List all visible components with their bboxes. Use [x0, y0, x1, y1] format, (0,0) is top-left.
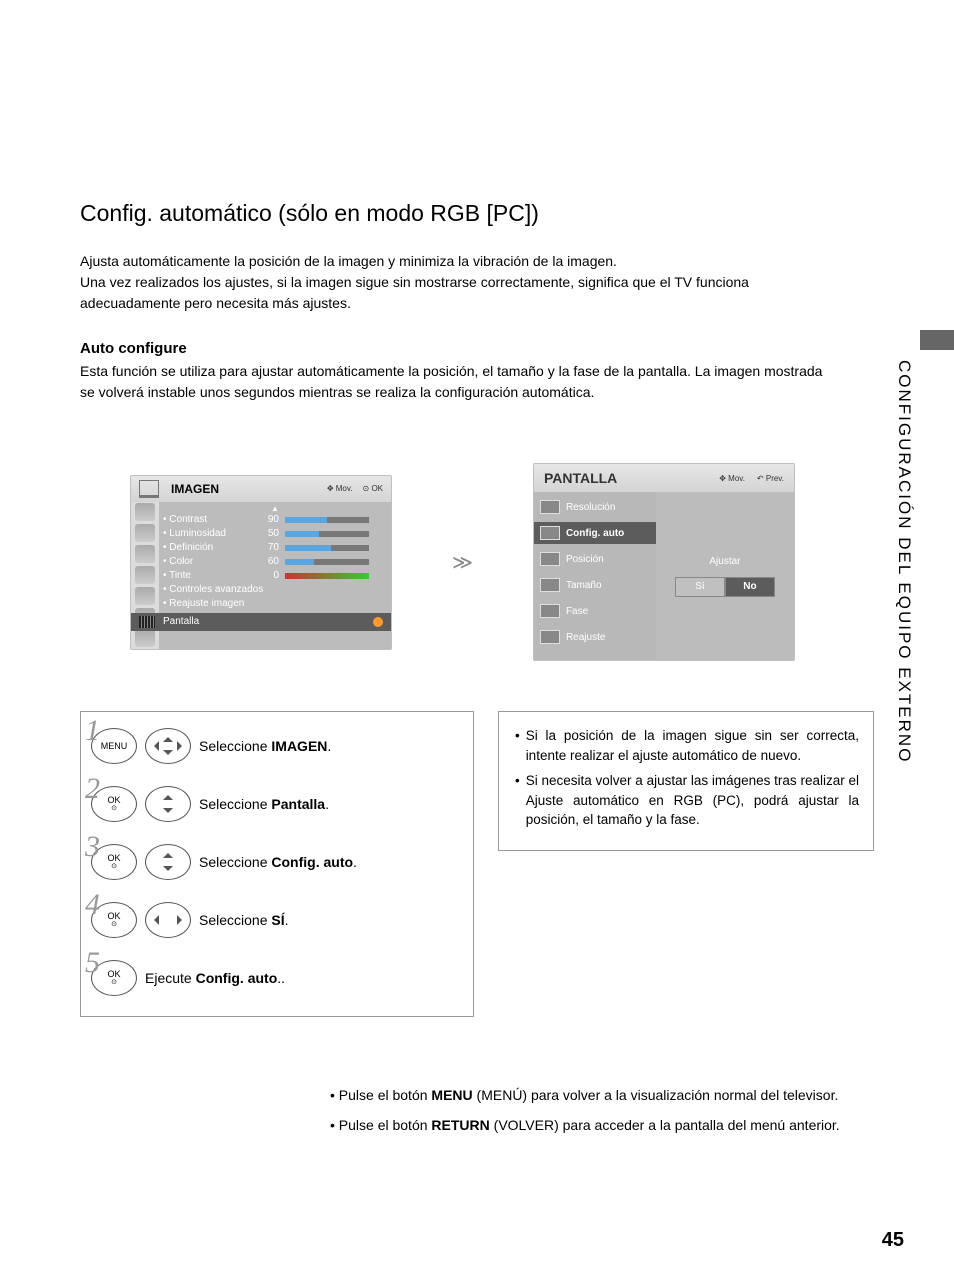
option-si: Sí	[675, 577, 725, 597]
arrow-right-icon: ≫	[452, 550, 473, 575]
yes-no-selector: Sí No	[675, 577, 775, 597]
option-no: No	[725, 577, 775, 597]
pant-item-config-auto: Config. auto	[534, 522, 656, 544]
page-number: 45	[882, 1229, 904, 1252]
intro-text-1: Ajusta automáticamente la posición de la…	[80, 251, 840, 272]
subheading: Auto configure	[80, 340, 874, 357]
osd-imagen-title: IMAGEN	[171, 482, 219, 496]
osd-pantalla-menu: PANTALLA ✥ Mov. ↶ Prev. Resolución Confi…	[533, 463, 795, 661]
up-arrow-icon: ▲	[163, 504, 387, 513]
osd-item-color: • Color60	[163, 555, 387, 569]
pant-item-fase: Fase	[540, 600, 650, 622]
steps-box: 1 MENU Seleccione IMAGEN. 2 OK⊙ Seleccio…	[80, 711, 474, 1017]
osd-item-contrast: • Contrast90	[163, 513, 387, 527]
step-5: 5 OK⊙ Ejecute Config. auto..	[91, 960, 463, 996]
page-title: Config. automático (sólo en modo RGB [PC…	[80, 200, 874, 227]
pant-item-posicion: Posición	[540, 548, 650, 570]
osd-item-tinte: • Tinte0	[163, 569, 387, 583]
osd-pantalla-title: PANTALLA	[544, 470, 617, 486]
osd-item-reajuste: • Reajuste imagen	[163, 597, 387, 611]
dpad-all-icon	[145, 728, 191, 764]
osd-item-definicion: • Definición70	[163, 541, 387, 555]
pant-item-reajuste: Reajuste	[540, 626, 650, 648]
footer-notes: • Pulse el botón MENU (MENÚ) para volver…	[330, 1087, 874, 1133]
intro-text-2: Una vez realizados los ajustes, si la im…	[80, 272, 840, 314]
dpad-leftright-icon	[145, 902, 191, 938]
notes-box: •Si la posición de la imagen sigue sin s…	[498, 711, 874, 851]
film-icon	[139, 616, 155, 628]
ajustar-label: Ajustar	[709, 556, 740, 567]
step-2: 2 OK⊙ Seleccione Pantalla.	[91, 786, 463, 822]
pant-item-resolucion: Resolución	[540, 496, 650, 518]
dpad-updown-icon	[145, 844, 191, 880]
description-text: Esta función se utiliza para ajustar aut…	[80, 361, 840, 403]
step-1: 1 MENU Seleccione IMAGEN.	[91, 728, 463, 764]
tv-icon	[139, 480, 159, 498]
pant-item-tamano: Tamaño	[540, 574, 650, 596]
osd-mov-hint: ✥ Mov.	[327, 484, 353, 493]
step-3: 3 OK⊙ Seleccione Config. auto.	[91, 844, 463, 880]
osd-imagen-menu: IMAGEN ✥ Mov. ⊙ OK ▲ • Contrast90 • Lumi…	[130, 475, 392, 650]
osd-highlight-pantalla: Pantalla	[131, 613, 391, 631]
osd-ok-hint: ⊙ OK	[363, 484, 384, 493]
osd-pantalla-prev-hint: ↶ Prev.	[757, 474, 784, 483]
osd-item-luminosidad: • Luminosidad50	[163, 527, 387, 541]
osd-pantalla-mov-hint: ✥ Mov.	[719, 474, 745, 483]
selected-dot-icon	[373, 617, 383, 627]
dpad-updown-icon	[145, 786, 191, 822]
step-4: 4 OK⊙ Seleccione SÍ.	[91, 902, 463, 938]
osd-item-controles: • Controles avanzados	[163, 583, 387, 597]
